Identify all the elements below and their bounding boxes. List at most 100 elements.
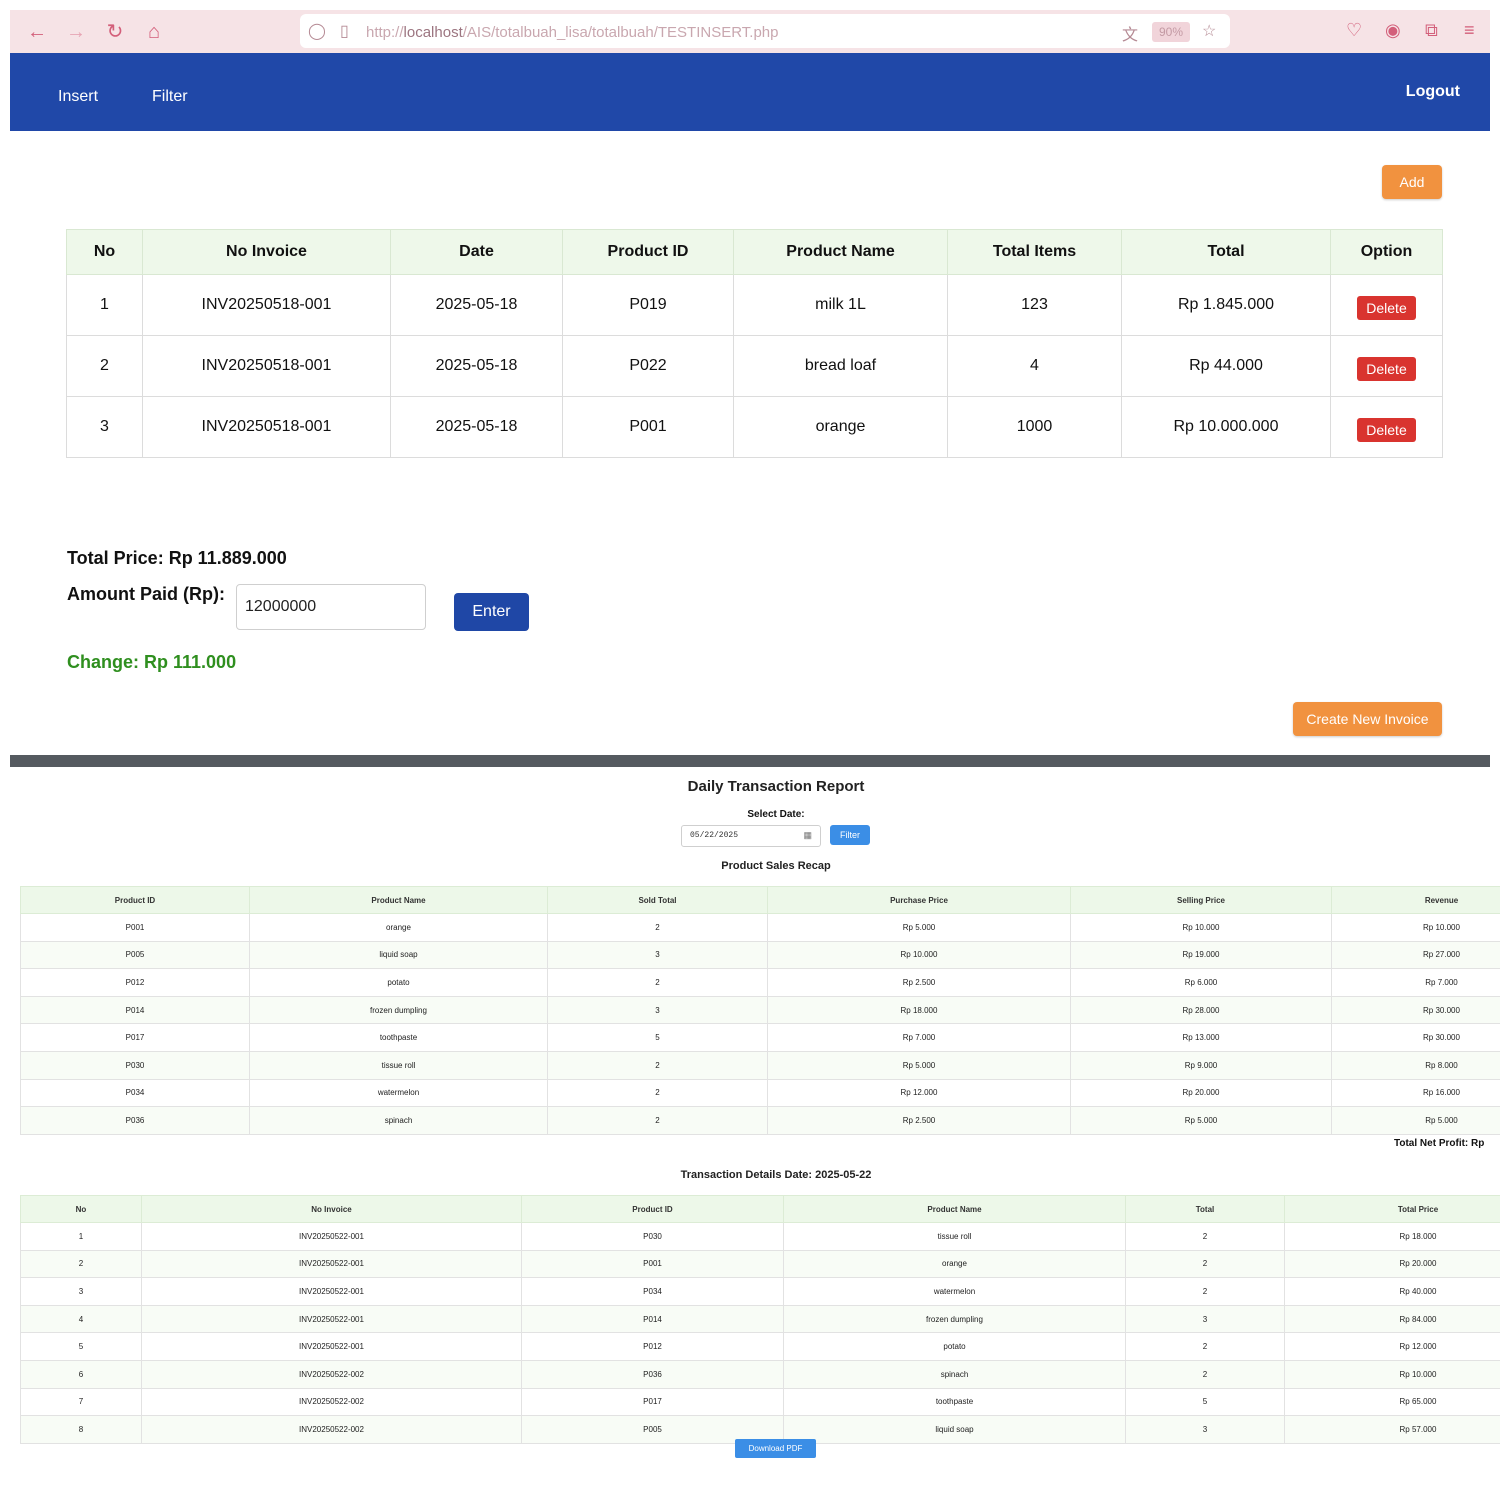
cell-invoice: INV20250518-001 — [142, 335, 391, 397]
col-purchase-price: Purchase Price — [767, 886, 1071, 914]
recap-title: Product Sales Recap — [721, 860, 831, 872]
cell-product-id: P022 — [562, 335, 734, 397]
shield-icon: ◯ — [308, 23, 326, 40]
cell-date: 2025-05-18 — [390, 274, 563, 336]
cell: watermelon — [783, 1277, 1126, 1306]
table-row: P034 watermelon 2 Rp 12.000 Rp 20.000 Rp 16.0… — [20, 1078, 1500, 1108]
cell: 2 — [547, 1050, 768, 1080]
back-arrow-icon[interactable]: ← — [25, 20, 49, 44]
cell: P012 — [20, 968, 250, 997]
extensions-icon[interactable]: ⧉ — [1425, 20, 1438, 41]
cell: Rp 19.000 — [1070, 940, 1332, 970]
change-amount: Change: Rp 111.000 — [67, 652, 237, 672]
cell: P036 — [521, 1359, 784, 1389]
col-total: Total — [1125, 1195, 1285, 1223]
col-option: Option — [1330, 229, 1443, 275]
cell: spinach — [783, 1359, 1126, 1389]
nav-insert[interactable]: Insert — [58, 88, 98, 106]
table-row: P005 liquid soap 3 Rp 10.000 Rp 19.000 Rp 27.… — [20, 940, 1500, 970]
delete-button[interactable]: Delete — [1357, 296, 1416, 320]
translate-icon[interactable]: 文 — [1122, 21, 1138, 45]
table-row: P014 frozen dumpling 3 Rp 18.000 Rp 28.000 Rp… — [20, 995, 1500, 1025]
amount-paid-label: Amount Paid (Rp): — [67, 584, 225, 604]
cell: 5 — [547, 1023, 768, 1052]
delete-button[interactable]: Delete — [1357, 357, 1416, 381]
cell: Rp 20.000 — [1070, 1078, 1332, 1108]
recap-table: Product ID Product Name Sold Total Purch… — [20, 886, 1500, 1135]
cell-invoice: INV20250518-001 — [142, 274, 391, 336]
home-icon[interactable]: ⌂ — [142, 20, 166, 44]
url-host: localhost — [403, 24, 463, 41]
star-icon[interactable]: ☆ — [1202, 21, 1216, 41]
cell: 2 — [547, 913, 768, 942]
cell: watermelon — [249, 1078, 548, 1108]
menu-icon[interactable]: ≡ — [1464, 20, 1475, 41]
forward-arrow-icon[interactable]: → — [64, 20, 88, 44]
col-total: Total — [1121, 229, 1331, 275]
zoom-level[interactable]: 90% — [1152, 22, 1190, 42]
cell: INV20250522-001 — [141, 1222, 522, 1251]
cell: Rp 28.000 — [1070, 995, 1332, 1025]
cell-product-id: P001 — [562, 396, 734, 458]
cell: potato — [249, 968, 548, 997]
enter-button[interactable]: Enter — [454, 593, 529, 631]
cell-total: Rp 44.000 — [1121, 335, 1331, 397]
calendar-icon[interactable]: ▦ — [803, 826, 812, 846]
cell: 2 — [1125, 1359, 1285, 1389]
cell: 3 — [20, 1277, 142, 1306]
cell: P017 — [521, 1387, 784, 1417]
cell-product-name: orange — [733, 396, 948, 458]
cell: 6 — [20, 1359, 142, 1389]
pocket-icon[interactable]: ♡ — [1346, 20, 1362, 41]
cell: 5 — [20, 1332, 142, 1361]
col-total-items: Total Items — [947, 229, 1122, 275]
cell: tissue roll — [783, 1222, 1126, 1251]
cell-invoice: INV20250518-001 — [142, 396, 391, 458]
cell: frozen dumpling — [249, 995, 548, 1025]
amount-paid-input[interactable] — [236, 584, 426, 630]
col-date: Date — [390, 229, 563, 275]
select-date-label: Select Date: — [747, 809, 805, 820]
reload-icon[interactable]: ↻ — [103, 20, 127, 44]
table-row: 2 INV20250518-001 2025-05-18 P022 bread … — [66, 335, 1443, 397]
cell: Rp 10.000 — [1284, 1359, 1500, 1389]
total-price: Total Price: Rp 11.889.000 — [67, 548, 287, 568]
app-navbar: Insert Filter Logout — [10, 53, 1490, 131]
cell-total-items: 123 — [947, 274, 1122, 336]
date-input[interactable]: 05/22/2025 ▦ — [681, 825, 821, 847]
cell-option: Delete — [1330, 396, 1443, 458]
cell: Rp 7.000 — [767, 1023, 1071, 1052]
download-pdf-button[interactable]: Download PDF — [735, 1439, 816, 1458]
cell-total-items: 1000 — [947, 396, 1122, 458]
cell: Rp 30.000 — [1331, 1023, 1500, 1052]
cell: 2 — [1125, 1222, 1285, 1251]
filter-button[interactable]: Filter — [830, 825, 870, 845]
table-header-row: No No Invoice Product ID Product Name To… — [20, 1195, 1500, 1223]
cell: Rp 5.000 — [767, 1050, 1071, 1080]
cell: P014 — [521, 1304, 784, 1334]
nav-filter[interactable]: Filter — [152, 88, 188, 106]
col-product-id: Product ID — [20, 886, 250, 914]
table-row: 3 INV20250518-001 2025-05-18 P001 orange… — [66, 396, 1443, 458]
cell: 7 — [20, 1387, 142, 1417]
address-bar[interactable]: ◯ ▯ http://localhost/AIS/totalbuah_lisa/… — [300, 14, 1230, 48]
create-new-invoice-button[interactable]: Create New Invoice — [1293, 702, 1442, 736]
cell: 3 — [1125, 1304, 1285, 1334]
account-icon[interactable]: ◉ — [1385, 20, 1401, 41]
cell-no: 1 — [66, 274, 143, 336]
cell: 4 — [20, 1304, 142, 1334]
add-button[interactable]: Add — [1382, 165, 1442, 199]
cell: Rp 9.000 — [1070, 1050, 1332, 1080]
cell-date: 2025-05-18 — [390, 396, 563, 458]
cell: 2 — [1125, 1332, 1285, 1361]
table-row: P030 tissue roll 2 Rp 5.000 Rp 9.000 Rp 8.000 — [20, 1050, 1500, 1080]
cell: P017 — [20, 1023, 250, 1052]
delete-button[interactable]: Delete — [1357, 418, 1416, 442]
table-row: 3 INV20250522-001 P034 watermelon 2 Rp 40.000 — [20, 1277, 1500, 1306]
cell: Rp 10.000 — [767, 940, 1071, 970]
logout-link[interactable]: Logout — [1406, 83, 1460, 101]
cell: 3 — [547, 995, 768, 1025]
cell: Rp 18.000 — [767, 995, 1071, 1025]
cell: Rp 10.000 — [1331, 913, 1500, 942]
col-product-id: Product ID — [521, 1195, 784, 1223]
